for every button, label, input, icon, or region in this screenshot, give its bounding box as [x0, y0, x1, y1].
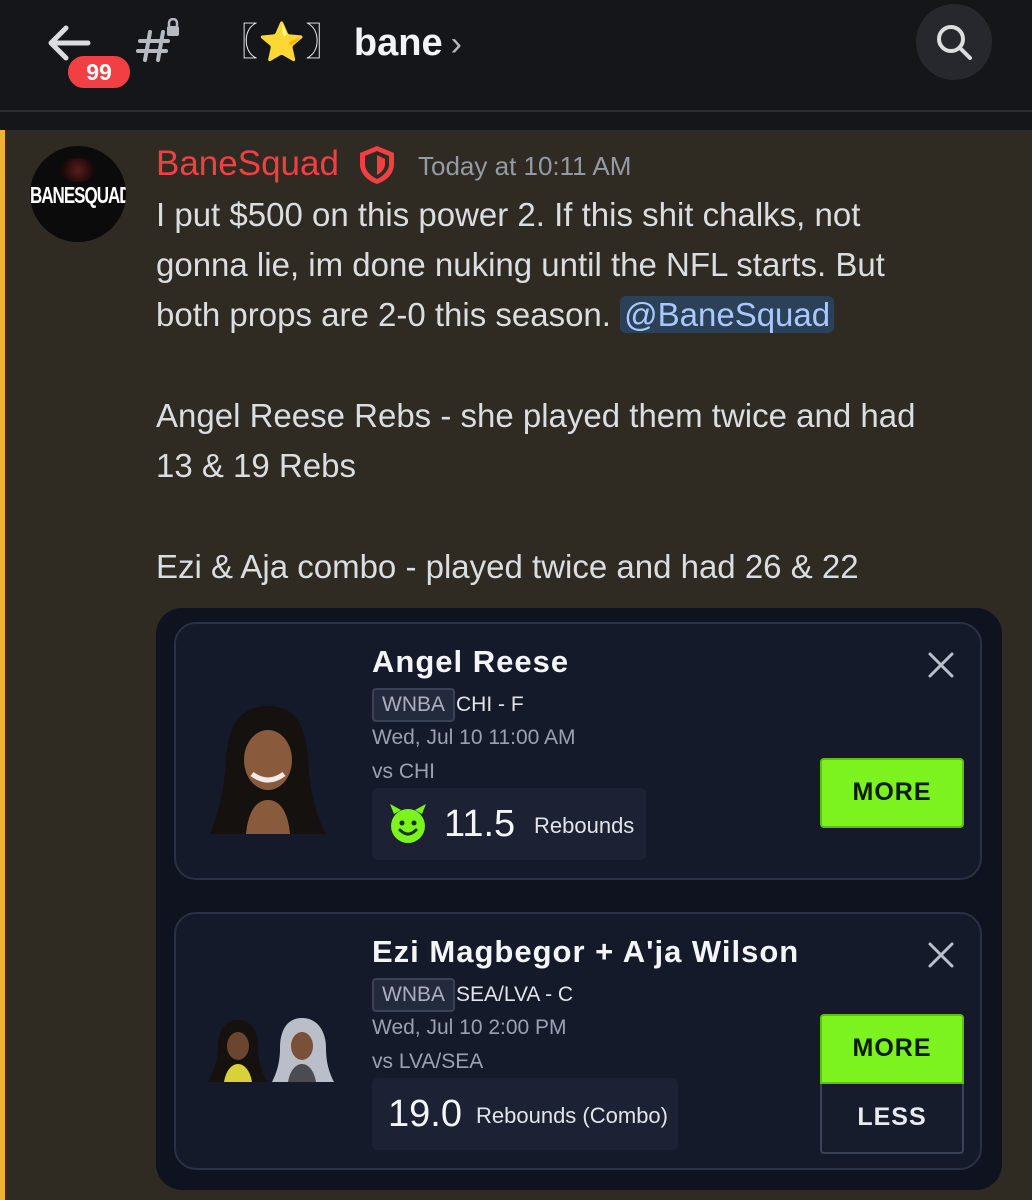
player-name: Angel Reese: [372, 644, 570, 679]
text-channel-locked-icon: [134, 17, 184, 68]
unread-badge: 99: [64, 52, 134, 92]
channel-bracket-left: 〖: [220, 22, 259, 64]
game-time: Wed, Jul 10 11:00 AM: [372, 726, 576, 749]
less-button[interactable]: LESS: [820, 1084, 964, 1154]
pick-card: Ezi Magbegor + A'ja Wilson WNBA SEA/LVA …: [174, 912, 982, 1170]
channel-name: bane: [353, 22, 443, 64]
message-line: gonna lie, im done nuking until the NFL …: [156, 246, 885, 283]
line-value: 19.0: [388, 1093, 462, 1135]
message-line: both props are 2-0 this season. @BaneSqu…: [156, 290, 835, 340]
message-line: 13 & 19 Rebs: [156, 447, 356, 484]
league-badge: WNBA: [372, 978, 455, 1012]
opponent: vs LVA/SEA: [372, 1050, 484, 1073]
chevron-right-icon: ›: [450, 25, 462, 63]
message-text: both props are 2-0 this season.: [156, 296, 621, 333]
star-emoji: ⭐: [258, 22, 306, 64]
message-line: Angel Reese Rebs - she played them twice…: [156, 397, 916, 434]
projection-line: 11.5 Rebounds: [372, 788, 646, 860]
mention-highlight-bar: [0, 130, 5, 1200]
more-button[interactable]: MORE: [820, 758, 964, 828]
projection-line: 19.0 Rebounds (Combo): [372, 1078, 678, 1150]
more-button[interactable]: MORE: [820, 1014, 964, 1084]
game-time: Wed, Jul 10 2:00 PM: [372, 1016, 567, 1039]
player-name: Ezi Magbegor + A'ja Wilson: [372, 934, 800, 969]
avatar[interactable]: BANESQUAD: [30, 146, 126, 242]
channel-title[interactable]: 〖⭐〗 bane ›: [220, 18, 462, 68]
header-spacer: [0, 112, 1032, 130]
message-timestamp: Today at 10:11 AM: [418, 151, 632, 181]
player-headshot: [208, 700, 328, 839]
avatar-glow: [60, 158, 96, 182]
close-icon[interactable]: [926, 940, 956, 970]
stat-type: Rebounds (Combo): [476, 1103, 668, 1128]
shield-role-icon: [356, 144, 398, 186]
user-mention[interactable]: @BaneSquad: [620, 296, 835, 333]
team-position: SEA/LVA - C: [456, 983, 574, 1006]
close-icon[interactable]: [926, 650, 956, 680]
search-button[interactable]: [916, 4, 992, 80]
league-badge: WNBA: [372, 688, 455, 722]
pick-card: Angel Reese WNBA CHI - F Wed, Jul 10 11:…: [174, 622, 982, 880]
demon-icon: [390, 804, 426, 843]
search-icon: [937, 25, 972, 60]
stat-type: Rebounds: [534, 813, 635, 838]
line-value: 11.5: [444, 803, 516, 845]
message-line: Ezi & Aja combo - played twice and had 2…: [156, 548, 859, 585]
message-line: I put $500 on this power 2. If this shit…: [156, 196, 861, 233]
message-author[interactable]: BaneSquad: [156, 142, 339, 186]
picks-image-attachment[interactable]: Angel Reese WNBA CHI - F Wed, Jul 10 11:…: [156, 608, 1002, 1190]
avatar-logo-text: BANESQUAD: [30, 182, 126, 209]
opponent: vs CHI: [372, 760, 435, 783]
channel-header: 99 〖⭐〗 bane ›: [0, 0, 1032, 110]
channel-bracket-right: 〗: [305, 22, 344, 64]
team-position: CHI - F: [456, 693, 524, 716]
player-headshot: [206, 1016, 336, 1087]
